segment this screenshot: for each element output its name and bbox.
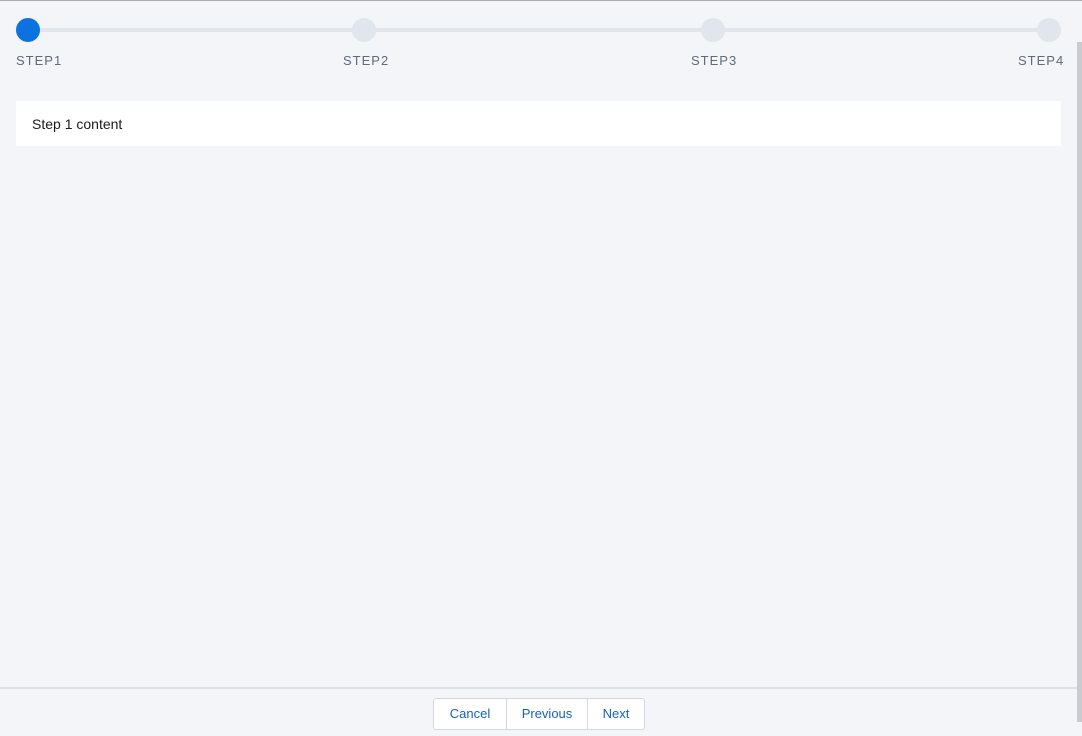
- vertical-scrollbar[interactable]: [1077, 42, 1082, 722]
- stepper-track: [28, 28, 1049, 32]
- step-1-indicator[interactable]: [16, 18, 40, 42]
- step-4-indicator[interactable]: [1037, 18, 1061, 42]
- wizard-footer: Cancel Previous Next: [0, 687, 1077, 736]
- previous-button[interactable]: Previous: [506, 699, 587, 729]
- step-4-label: STEP4: [1018, 53, 1065, 68]
- step-3-label: STEP3: [691, 53, 738, 68]
- step-2-indicator[interactable]: [352, 18, 376, 42]
- step-1-label: STEP1: [16, 53, 63, 68]
- step-2-label: STEP2: [343, 53, 390, 68]
- wizard-button-group: Cancel Previous Next: [433, 698, 645, 730]
- step-content-text: Step 1 content: [32, 115, 123, 132]
- stepper: STEP1 STEP2 STEP3 STEP4: [0, 0, 1082, 80]
- step-3-indicator[interactable]: [701, 18, 725, 42]
- cancel-button[interactable]: Cancel: [434, 699, 506, 729]
- next-button[interactable]: Next: [587, 699, 644, 729]
- step-content-panel: Step 1 content: [16, 101, 1061, 146]
